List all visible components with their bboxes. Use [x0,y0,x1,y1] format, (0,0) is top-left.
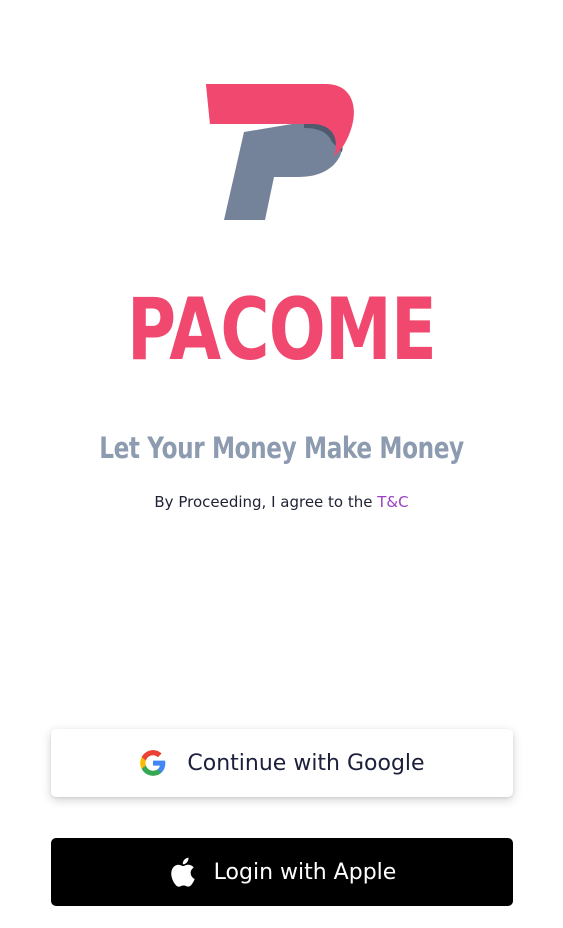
tagline: Let Your Money Make Money [99,431,464,465]
terms-text: By Proceeding, I agree to the [154,493,378,511]
google-icon [139,749,167,777]
apple-icon [168,857,196,887]
terms-link[interactable]: T&C [377,493,408,511]
pacome-logo-icon [200,82,360,224]
brand-name: PACOME [126,280,437,380]
login-with-apple-button[interactable]: Login with Apple [51,838,513,906]
continue-with-google-button[interactable]: Continue with Google [51,729,513,797]
terms-notice: By Proceeding, I agree to the T&C [0,491,563,513]
apple-button-label: Login with Apple [213,859,397,885]
google-button-label: Continue with Google [187,750,425,776]
